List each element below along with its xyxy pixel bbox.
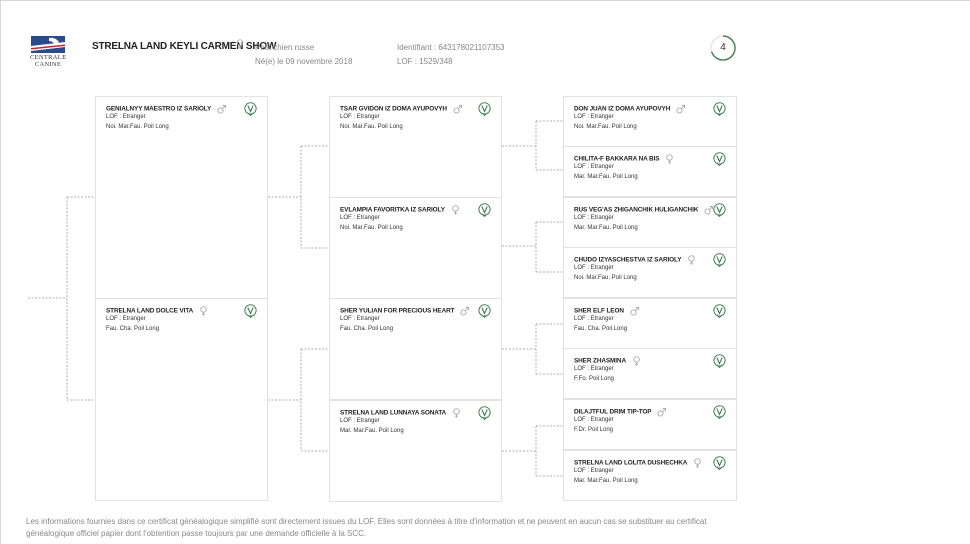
lof-badge-icon (478, 203, 491, 217)
lof-badge-icon (713, 203, 726, 217)
male-icon (217, 105, 227, 114)
ancestor-name: STRELNA LAND LUNNAYA SONATA (340, 408, 461, 418)
male-icon (704, 206, 714, 215)
male-icon (630, 307, 639, 316)
ancestor-lof: LOF : Etranger (574, 164, 614, 170)
ancestor-details: Mar. Mar.Fau. Poil Long (340, 428, 404, 434)
ancestor-name: SHER ELF LEON (574, 306, 639, 316)
female-icon (200, 306, 207, 316)
ancestor-card[interactable]: STRELNA LAND DOLCE VITA LOF : Etranger Fau… (95, 298, 268, 501)
ancestor-details: Fau. Cha. Poil Long (574, 326, 628, 332)
ancestor-lof: LOF : Etranger (574, 316, 614, 322)
ancestor-details: Mar. Mar.Fau. Poil Long (574, 225, 638, 231)
ancestor-lof: LOF : Etranger (574, 366, 614, 372)
female-icon (452, 205, 459, 215)
ancestor-name: RUS VEG'AS ZHIGANCHIK HULIGANCHIK (574, 205, 714, 215)
ancestor-details: Mar. Mar.Fau. Poil Long (574, 174, 638, 180)
lof-badge-icon (713, 304, 726, 318)
female-icon (666, 154, 674, 164)
female-icon (688, 255, 696, 265)
ancestor-lof: LOF : Etranger (340, 215, 380, 221)
lof-badge-icon (713, 405, 726, 419)
lof-badge-icon (713, 152, 726, 166)
ancestor-lof: LOF : Etranger (106, 316, 146, 322)
female-icon (694, 458, 702, 468)
ancestor-name: STRELNA LAND LOLITA DUSHECHKA (574, 458, 702, 468)
ancestor-name: GENIALNYY MAESTRO IZ SARIOLY (106, 104, 227, 114)
ancestor-details: Fau. Cha. Poil Long (106, 326, 160, 332)
ancestor-lof: LOF : Etranger (340, 418, 380, 424)
lof-badge-icon (478, 102, 491, 116)
ancestor-card[interactable]: CHUDO IZYASCHESTVA IZ SARIOLY LOF : Etran… (563, 247, 737, 298)
ancestor-card[interactable]: SHER ZHASMINA LOF : Etranger F.Fo. Poil Lo… (563, 348, 737, 399)
ancestor-name: TSAR GVIDON IZ DOMA AYUPOVYH (340, 104, 462, 114)
ancestor-details: Noi. Mar.Fau. Poil Long (340, 225, 403, 231)
ancestor-card[interactable]: STRELNA LAND LOLITA DUSHECHKA LOF : Etran… (563, 450, 737, 501)
ancestor-name: DON JUAN IZ DOMA AYUPOVYH (574, 104, 686, 114)
lof-badge-icon (244, 102, 257, 116)
male-icon (460, 307, 470, 316)
ancestor-lof: LOF : Etranger (340, 114, 380, 120)
ancestor-name: EVLAMPIA FAVORITKA IZ SARIOLY (340, 205, 460, 215)
ancestor-details: F.Dr. Poil Long (574, 427, 614, 433)
ancestor-details: Noi. Mar.Fau. Poil Long (106, 124, 169, 130)
ancestor-details: Noi. Mar.Fau. Poil Long (574, 275, 637, 281)
ancestor-name: CHUDO IZYASCHESTVA IZ SARIOLY (574, 255, 696, 265)
ancestor-lof: LOF : Etranger (574, 215, 614, 221)
male-icon (676, 105, 686, 114)
ancestor-details: Fau. Cha. Poil Long (340, 326, 394, 332)
ancestor-card[interactable]: STRELNA LAND LUNNAYA SONATA LOF : Etrange… (329, 400, 502, 502)
ancestor-card[interactable]: EVLAMPIA FAVORITKA IZ SARIOLY LOF : Etran… (329, 197, 502, 299)
lof-badge-icon (478, 304, 491, 318)
ancestor-lof: LOF : Etranger (574, 265, 614, 271)
ancestor-lof: LOF : Etranger (106, 114, 146, 120)
ancestor-name: DILAJTFUL DRIM TIP-TOP (574, 407, 667, 417)
ancestor-card[interactable]: RUS VEG'AS ZHIGANCHIK HULIGANCHIK LOF : E… (563, 197, 737, 248)
ancestor-card[interactable]: CHILITA-F BAKKARA NA BIS LOF : Etranger Ma… (563, 146, 737, 197)
ancestor-card[interactable]: DILAJTFUL DRIM TIP-TOP LOF : Etranger F.Dr… (563, 399, 737, 450)
lof-badge-icon (713, 102, 726, 116)
lof-badge-icon (713, 456, 726, 470)
footer-disclaimer: Les informations fournies dans ce certif… (26, 517, 707, 538)
female-icon (633, 356, 640, 366)
lof-badge-icon (713, 354, 726, 368)
ancestor-lof: LOF : Etranger (340, 316, 380, 322)
female-icon (453, 408, 460, 418)
ancestor-details: Noi. Mar.Fau. Poil Long (340, 124, 403, 130)
ancestor-name: STRELNA LAND DOLCE VITA (106, 306, 208, 316)
lof-badge-icon (244, 304, 257, 318)
lof-badge-icon (478, 406, 491, 420)
ancestor-card[interactable]: SHER YULIAN FOR PRECIOUS HEART LOF : Etra… (329, 298, 502, 400)
ancestor-card[interactable]: SHER ELF LEON LOF : Etranger Fau. Cha. Poi… (563, 298, 737, 349)
ancestor-details: Noi. Mar.Fau. Poil Long (574, 124, 637, 130)
ancestor-details: Mar. Mar.Fau. Poil Long (574, 478, 638, 484)
ancestor-card[interactable]: DON JUAN IZ DOMA AYUPOVYH LOF : Etranger N… (563, 96, 737, 147)
lof-badge-icon (713, 253, 726, 267)
ancestor-card[interactable]: TSAR GVIDON IZ DOMA AYUPOVYH LOF : Etrang… (329, 96, 502, 198)
ancestor-lof: LOF : Etranger (574, 114, 614, 120)
ancestor-name: SHER YULIAN FOR PRECIOUS HEART (340, 306, 470, 316)
ancestor-name: SHER ZHASMINA (574, 356, 641, 366)
ancestor-lof: LOF : Etranger (574, 468, 614, 474)
ancestor-card[interactable]: GENIALNYY MAESTRO IZ SARIOLY LOF : Etrang… (95, 96, 268, 299)
ancestor-lof: LOF : Etranger (574, 417, 614, 423)
ancestor-details: F.Fo. Poil Long (574, 376, 615, 382)
ancestor-name: CHILITA-F BAKKARA NA BIS (574, 154, 674, 164)
male-icon (657, 408, 667, 417)
male-icon (453, 105, 462, 114)
